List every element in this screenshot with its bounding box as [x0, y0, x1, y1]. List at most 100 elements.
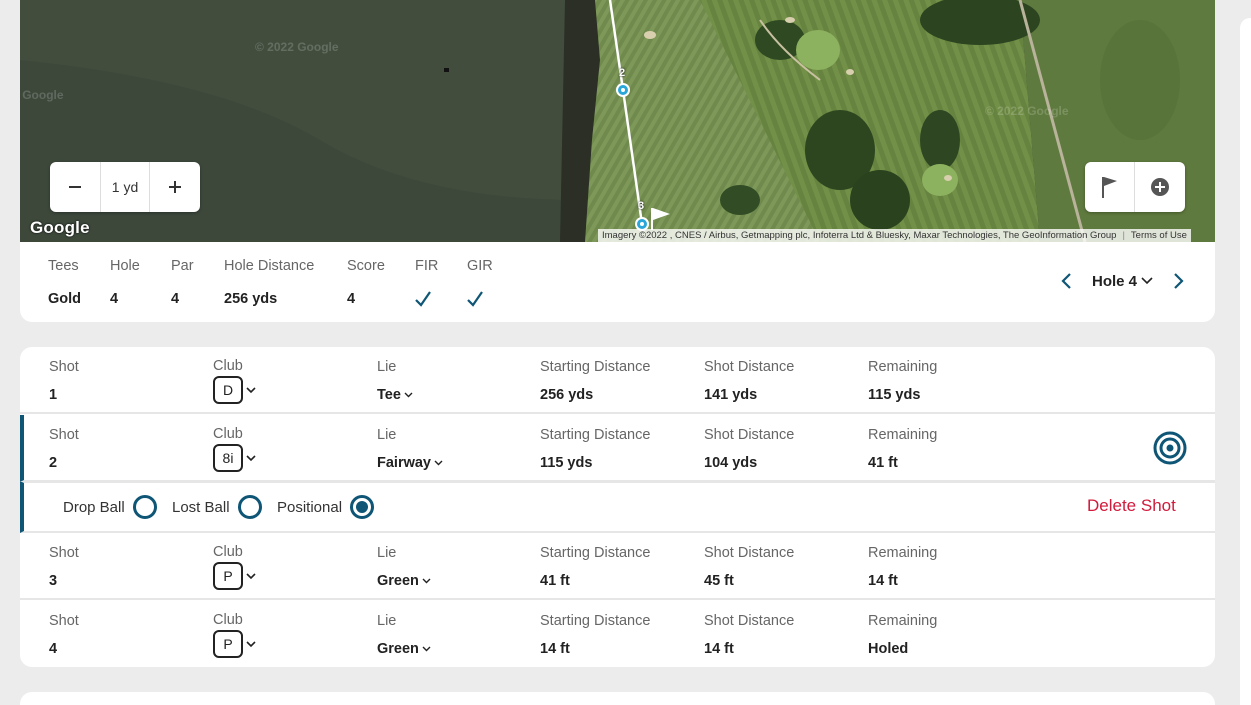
lie-selector[interactable]: Green — [377, 573, 431, 589]
shot-label: Shot — [49, 613, 79, 629]
starting-distance-label: Starting Distance — [540, 545, 651, 561]
club-selector[interactable]: P — [213, 630, 243, 658]
chevron-left-icon[interactable] — [1060, 272, 1072, 290]
lie-value: Fairway — [377, 455, 431, 471]
gir-label: GIR — [467, 258, 493, 274]
club-label: Club — [213, 358, 243, 374]
map-attribution: Imagery ©2022 , CNES / Airbus, Getmappin… — [598, 229, 1191, 242]
starting-distance-value: 41 ft — [540, 573, 570, 589]
lie-label: Lie — [377, 359, 397, 375]
shot-distance-value: 141 yds — [704, 387, 758, 403]
add-point-button[interactable] — [1135, 162, 1185, 212]
lie-label: Lie — [377, 545, 397, 561]
flag-tool-button[interactable] — [1085, 162, 1135, 212]
positional-option[interactable]: Positional — [277, 495, 375, 519]
drop-ball-label: Drop Ball — [63, 498, 125, 516]
drop-ball-option[interactable]: Drop Ball — [63, 495, 157, 519]
chevron-down-icon[interactable] — [246, 387, 256, 394]
club-selector[interactable]: P — [213, 562, 243, 590]
remaining-value: 41 ft — [868, 455, 898, 471]
chevron-down-icon — [404, 392, 413, 398]
hole-navigator: Hole 4 — [1060, 272, 1185, 290]
score-value: 4 — [347, 291, 356, 307]
shot-distance-label: Shot Distance — [704, 359, 795, 375]
shot-row[interactable]: Shot 1 Club D Lie Tee Starting Distance … — [20, 347, 1215, 414]
shot-number: 1 — [49, 387, 58, 403]
hole-distance-label: Hole Distance — [224, 258, 315, 274]
delete-shot-button[interactable]: Delete Shot — [1087, 496, 1176, 516]
score-label: Score — [347, 258, 385, 274]
lost-ball-label: Lost Ball — [172, 498, 230, 516]
zoom-out-button[interactable] — [50, 162, 100, 212]
chevron-down-icon — [434, 460, 443, 466]
shot-distance-value: 14 ft — [704, 641, 734, 657]
tees-value: Gold — [48, 291, 82, 307]
shot-label: Shot — [49, 545, 79, 561]
club-selector[interactable]: 8i — [213, 444, 243, 472]
shot-distance-label: Shot Distance — [704, 613, 795, 629]
next-card — [20, 692, 1215, 705]
remaining-label: Remaining — [868, 613, 938, 629]
flag-icon — [1101, 177, 1117, 198]
zoom-in-button[interactable] — [150, 162, 200, 212]
shot-row-active[interactable]: Shot 2 Club 8i Lie Fairway Starting Dist… — [20, 415, 1215, 482]
map-tool-control — [1085, 162, 1185, 212]
radio-selected-dot — [356, 501, 369, 513]
map-watermark: © 2022 Google — [20, 88, 64, 102]
hole-summary: Tees Gold Hole 4 Par 4 Hole Distance 256… — [20, 242, 1215, 322]
remaining-value: 115 yds — [868, 387, 921, 403]
terms-of-use-link[interactable]: Terms of Use — [1131, 230, 1187, 241]
positional-radio[interactable] — [350, 495, 375, 519]
starting-distance-label: Starting Distance — [540, 613, 651, 629]
lie-value: Green — [377, 641, 419, 657]
chevron-down-icon[interactable] — [246, 455, 256, 462]
shot-marker-label: 3 — [638, 200, 645, 212]
remaining-label: Remaining — [868, 427, 938, 443]
shot-marker-label: 2 — [619, 67, 626, 79]
hole-distance-value: 256 yds — [224, 291, 278, 307]
shot-row[interactable]: Shot 4 Club P Lie Green Starting Distanc… — [20, 601, 1215, 667]
lie-selector[interactable]: Fairway — [377, 455, 443, 471]
starting-distance-label: Starting Distance — [540, 427, 651, 443]
club-label: Club — [213, 544, 243, 560]
page: 2 3 © 2022 Google © 2022 Google © 2022 G… — [0, 0, 1251, 705]
map-watermark: © 2022 Google — [985, 104, 1069, 118]
lie-value: Green — [377, 573, 419, 589]
remaining-value: 14 ft — [868, 573, 898, 589]
club-label: Club — [213, 612, 243, 628]
chevron-down-icon[interactable] — [1141, 277, 1153, 285]
hole-label: Hole — [110, 258, 140, 274]
lost-ball-radio[interactable] — [237, 495, 262, 519]
club-selector[interactable]: D — [213, 376, 243, 404]
hole-select-label[interactable]: Hole 4 — [1092, 273, 1137, 290]
lie-selector[interactable]: Green — [377, 641, 431, 657]
remaining-value: Holed — [868, 641, 909, 657]
chevron-right-icon[interactable] — [1173, 272, 1185, 290]
lie-label: Lie — [377, 613, 397, 629]
map-zoom-control: 1 yd — [50, 162, 200, 212]
chevron-down-icon[interactable] — [246, 573, 256, 580]
shot-distance-value: 45 ft — [704, 573, 734, 589]
hole-map-card: 2 3 © 2022 Google © 2022 Google © 2022 G… — [20, 0, 1215, 322]
drop-ball-radio[interactable] — [132, 495, 157, 519]
chevron-down-icon[interactable] — [246, 641, 256, 648]
plus-icon — [169, 181, 181, 193]
shot-row[interactable]: Shot 3 Club P Lie Green Starting Distanc… — [20, 533, 1215, 600]
shots-card: Shot 1 Club D Lie Tee Starting Distance … — [20, 347, 1215, 667]
minus-icon — [69, 186, 81, 188]
satellite-map[interactable]: 2 3 © 2022 Google © 2022 Google © 2022 G… — [20, 0, 1215, 242]
lie-selector[interactable]: Tee — [377, 387, 413, 403]
side-panel-edge — [1240, 18, 1251, 705]
shot-label: Shot — [49, 359, 79, 375]
shot-number: 3 — [49, 573, 58, 589]
starting-distance-value: 256 yds — [540, 387, 594, 403]
attribution-divider: | — [1122, 230, 1125, 241]
tees-label: Tees — [48, 258, 79, 274]
map-watermark: © 2022 Google — [255, 40, 339, 54]
starting-distance-label: Starting Distance — [540, 359, 651, 375]
par-label: Par — [171, 258, 194, 274]
shot-distance-label: Shot Distance — [704, 427, 795, 443]
lost-ball-option[interactable]: Lost Ball — [172, 495, 262, 519]
target-icon[interactable] — [1153, 431, 1187, 465]
shot-distance-value: 104 yds — [704, 455, 758, 471]
